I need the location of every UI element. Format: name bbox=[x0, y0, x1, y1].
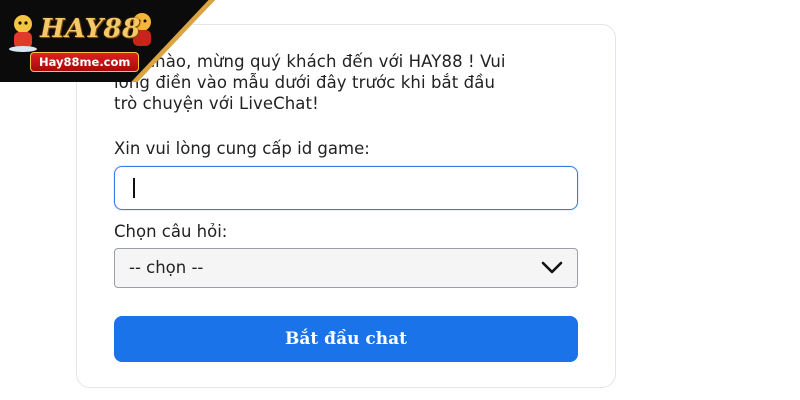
game-id-input[interactable] bbox=[114, 166, 578, 210]
greeting-line: trò chuyện với LiveChat! bbox=[114, 94, 319, 113]
game-id-label: Xin vui lòng cung cấp id game: bbox=[114, 139, 370, 158]
brand-url: Hay88me.com bbox=[30, 52, 140, 72]
question-select-value: -- chọn -- bbox=[129, 258, 204, 277]
greeting-line: lòng điền vào mẫu dưới đây trước khi bắt… bbox=[114, 73, 496, 92]
start-chat-button[interactable]: Bắt đầu chat bbox=[114, 316, 578, 362]
brand-name: HAY88 bbox=[40, 14, 141, 44]
greeting-message: Xin chào, mừng quý khách đến với HAY88 !… bbox=[114, 51, 584, 114]
question-label: Chọn câu hỏi: bbox=[114, 222, 228, 241]
text-cursor bbox=[133, 178, 135, 198]
question-select[interactable]: -- chọn -- bbox=[114, 248, 578, 288]
greeting-line: Xin chào, mừng quý khách đến với HAY88 !… bbox=[114, 52, 506, 71]
mascot-icon bbox=[9, 15, 37, 52]
chevron-down-icon bbox=[541, 261, 563, 274]
